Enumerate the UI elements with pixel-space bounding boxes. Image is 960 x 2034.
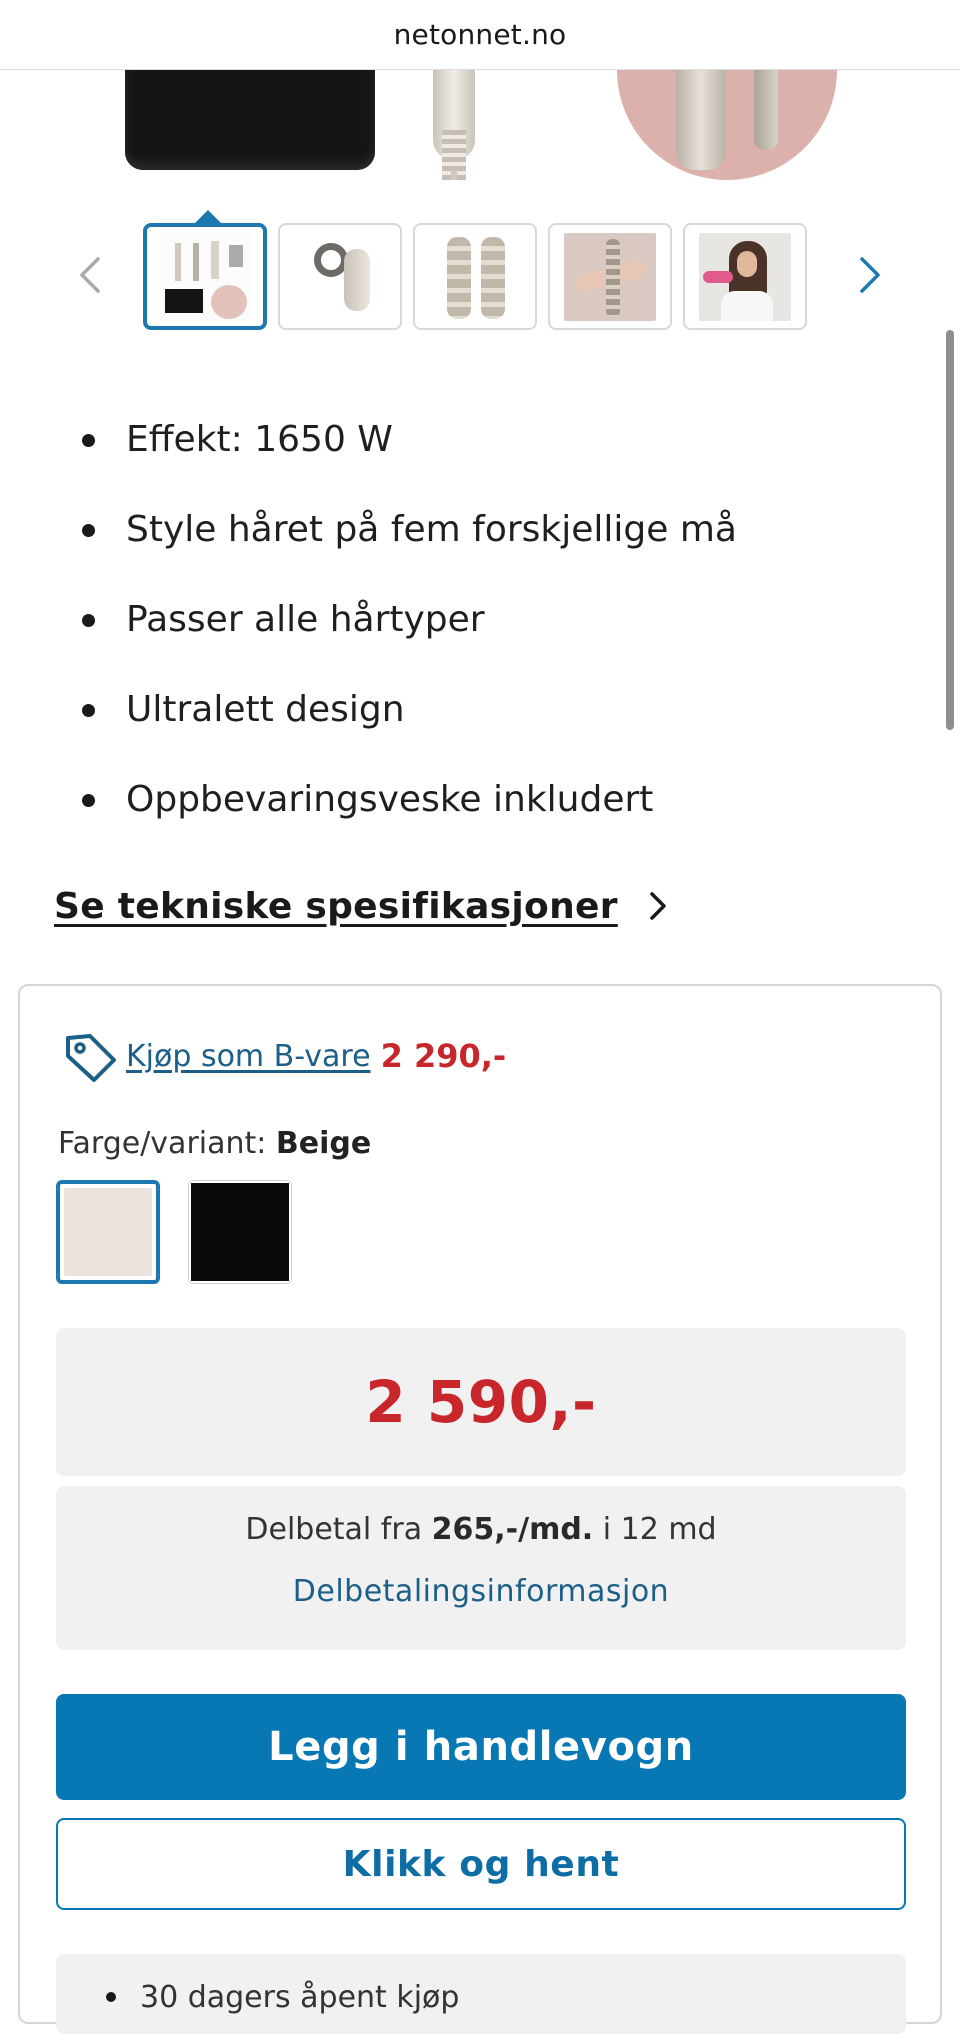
product-price: 2 590,- — [365, 1368, 597, 1436]
thumbnail-3[interactable] — [413, 223, 537, 330]
thumbnail-5[interactable] — [683, 223, 807, 330]
feature-list: Effekt: 1650 W Style håret på fem forskj… — [0, 395, 960, 845]
variant-swatch-black[interactable] — [188, 1180, 292, 1284]
variant-swatch-beige[interactable] — [56, 1180, 160, 1284]
variant-label: Farge/variant: Beige — [58, 1126, 372, 1161]
b-vare-offer: Kjøp som B-vare 2 290,- — [60, 1026, 506, 1086]
purchase-card: Kjøp som B-vare 2 290,- Farge/variant: B… — [18, 984, 942, 2034]
product-set-thumbnail — [159, 232, 251, 321]
chevron-right-icon — [650, 892, 666, 920]
curl-barrels-thumbnail — [429, 232, 521, 321]
feature-item: Style håret på fem forskjellige må — [0, 485, 960, 575]
installment-box: Delbetal fra 265,-/md. i 12 md Delbetali… — [56, 1486, 906, 1650]
feature-item: Ultralett design — [0, 665, 960, 755]
browser-address-bar[interactable]: netonnet.no — [0, 0, 960, 70]
price-box: 2 590,- — [56, 1328, 906, 1476]
installment-info-link[interactable]: Delbetalingsinformasjon — [56, 1574, 906, 1609]
variant-selected: Beige — [275, 1126, 372, 1161]
storage-case-image — [125, 70, 375, 170]
model-thumbnail — [699, 232, 791, 321]
technical-specs-link[interactable]: Se tekniske spesifikasjoner — [54, 876, 668, 936]
feature-item: Effekt: 1650 W — [0, 395, 960, 485]
thumbnail-carousel — [0, 210, 960, 335]
url-text: netonnet.no — [393, 18, 567, 51]
thumbnail-1[interactable] — [143, 223, 267, 330]
in-use-thumbnail — [564, 232, 656, 321]
feature-item: Oppbevaringsveske inkludert — [0, 755, 960, 845]
thumbnail-2[interactable] — [278, 223, 402, 330]
benefits-box: 30 dagers åpent kjøp — [56, 1954, 906, 2034]
product-hero-image — [0, 70, 960, 180]
active-thumb-indicator — [194, 210, 222, 224]
b-vare-link[interactable]: Kjøp som B-vare — [126, 1039, 371, 1074]
benefit-text: 30 dagers åpent kjøp — [140, 1980, 460, 2015]
installment-text: Delbetal fra 265,-/md. i 12 md — [245, 1512, 717, 1547]
pink-accessory-image — [617, 70, 837, 180]
feature-item: Passer alle hårtyper — [0, 575, 960, 665]
thumbnail-4[interactable] — [548, 223, 672, 330]
carousel-next-button[interactable] — [845, 245, 895, 305]
technical-specs-label: Se tekniske spesifikasjoner — [54, 885, 618, 927]
chevron-left-icon — [80, 257, 100, 293]
b-vare-price: 2 290,- — [380, 1037, 507, 1075]
carousel-prev-button[interactable] — [65, 245, 115, 305]
price-tag-icon — [66, 1034, 116, 1082]
add-to-cart-button[interactable]: Legg i handlevogn — [56, 1694, 906, 1800]
dryer-head-thumbnail — [294, 232, 386, 321]
click-and-collect-button[interactable]: Klikk og hent — [56, 1818, 906, 1910]
chevron-right-icon — [860, 257, 880, 293]
